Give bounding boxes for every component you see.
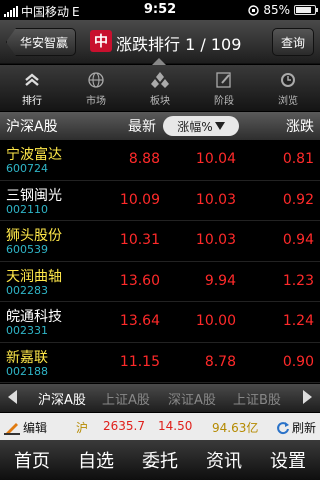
browse-icon	[278, 70, 298, 90]
refresh-icon	[277, 421, 289, 434]
index-amount: 94.63亿	[212, 421, 259, 435]
stock-name: 宁波富达	[6, 147, 62, 163]
tool-ranking[interactable]: 排行	[0, 65, 64, 111]
stock-price: 13.64	[119, 313, 160, 329]
tab-news[interactable]: 资讯	[192, 440, 256, 480]
stock-name: 天润曲轴	[6, 268, 62, 285]
edit-button[interactable]: 编辑	[4, 419, 47, 436]
tool-market[interactable]: 市场	[64, 65, 128, 111]
tab-sh-a[interactable]: 上证A股	[102, 389, 150, 408]
tool-sector[interactable]: 板块	[128, 65, 192, 111]
market-tabs: 沪深A股 上证A股 深证A股 上证B股	[0, 384, 320, 412]
tool-stage[interactable]: 阶段	[192, 65, 256, 111]
tool-ranking-label: 排行	[22, 95, 42, 107]
tool-browse[interactable]: 浏览	[256, 65, 320, 111]
prev-market-arrow-icon[interactable]	[8, 390, 17, 404]
status-bar: 中国移动 E 9:52 85%	[0, 0, 320, 20]
table-row[interactable]: 新嘉联 002188 11.15 8.78 0.90	[0, 343, 320, 383]
stock-name: 狮头股份	[6, 228, 62, 244]
stock-pct: 10.04	[195, 151, 236, 167]
tool-market-label: 市场	[86, 95, 106, 107]
table-row[interactable]: 三钢闽光 002110 10.09 10.03 0.92	[0, 181, 320, 221]
tool-sector-label: 板块	[150, 95, 170, 107]
stock-price: 13.60	[119, 272, 160, 289]
stock-pct: 9.94	[204, 272, 236, 289]
active-tool-pointer	[152, 58, 166, 65]
stock-code: 600539	[6, 243, 48, 256]
index-change: 14.50	[158, 419, 193, 433]
tab-home[interactable]: 首页	[0, 440, 64, 480]
stock-code: 002110	[6, 202, 48, 216]
tool-stage-label: 阶段	[214, 95, 234, 107]
stock-change: 1.23	[282, 272, 314, 289]
app-logo: 中	[90, 30, 112, 52]
refresh-button[interactable]: 刷新	[276, 419, 316, 436]
stage-icon	[214, 70, 234, 90]
stock-change: 0.90	[282, 353, 314, 370]
table-row[interactable]: 宁波富达 600724 8.88 10.04 0.81	[0, 140, 320, 181]
sector-icon	[150, 70, 170, 90]
stock-pct: 10.03	[195, 191, 236, 208]
stock-code: 600724	[6, 162, 48, 175]
tab-sz-a[interactable]: 深证A股	[168, 389, 216, 408]
stock-change: 1.24	[282, 313, 314, 329]
tab-settings[interactable]: 设置	[256, 440, 320, 480]
column-price[interactable]: 最新	[128, 116, 156, 136]
refresh-label: 刷新	[291, 421, 316, 435]
back-button[interactable]: 华安智赢	[6, 28, 76, 56]
page-title: 涨跌排行 1 / 109	[116, 35, 242, 54]
stock-price: 10.31	[119, 232, 160, 248]
stock-change: 0.92	[282, 191, 314, 208]
globe-icon	[86, 70, 106, 90]
battery-icon	[294, 5, 318, 15]
stock-name: 皖通科技	[6, 309, 62, 325]
toolbar: 排行 市场 板块 阶段 浏览	[0, 65, 320, 111]
stock-name: 新嘉联	[6, 349, 48, 366]
tool-browse-label: 浏览	[278, 95, 298, 107]
column-change[interactable]: 涨跌	[286, 116, 314, 136]
table-row[interactable]: 皖通科技 002331 13.64 10.00 1.24	[0, 302, 320, 343]
stock-price: 11.15	[119, 353, 160, 370]
logo-char: 中	[94, 34, 108, 50]
tab-trade[interactable]: 委托	[128, 440, 192, 480]
stock-pct: 10.03	[195, 232, 236, 248]
tab-sh-b[interactable]: 上证B股	[233, 389, 281, 408]
sort-desc-icon	[214, 122, 225, 130]
stock-list: 宁波富达 600724 8.88 10.04 0.81 三钢闽光 002110 …	[0, 140, 320, 383]
tab-hs-a[interactable]: 沪深A股	[38, 389, 86, 408]
stock-pct: 10.00	[195, 313, 236, 329]
bottom-tab-bar: 首页 自选 委托 资讯 设置	[0, 440, 320, 480]
column-market[interactable]: 沪深A股	[6, 116, 58, 136]
query-button[interactable]: 查询	[272, 28, 314, 56]
stock-code: 002283	[6, 283, 48, 297]
ranking-icon	[22, 70, 42, 90]
stock-code: 002331	[6, 324, 48, 337]
stock-change: 0.94	[282, 232, 314, 248]
index-value: 2635.7	[103, 419, 145, 433]
pencil-icon	[4, 422, 20, 435]
edit-label: 编辑	[23, 421, 48, 435]
battery-percent: 85%	[263, 3, 290, 17]
sort-column-label: 涨幅%	[177, 119, 213, 134]
sort-column-button[interactable]: 涨幅%	[163, 116, 239, 136]
table-row[interactable]: 狮头股份 600539 10.31 10.03 0.94	[0, 221, 320, 262]
stock-price: 8.88	[128, 151, 160, 167]
stock-name: 三钢闽光	[6, 187, 62, 204]
index-market: 沪	[76, 421, 89, 435]
table-row[interactable]: 天润曲轴 002283 13.60 9.94 1.23	[0, 262, 320, 302]
stock-code: 002188	[6, 364, 48, 378]
index-info-bar: 编辑 沪 2635.7 14.50 94.63亿 刷新	[0, 413, 320, 440]
next-market-arrow-icon[interactable]	[303, 390, 312, 404]
stock-pct: 8.78	[204, 353, 236, 370]
stock-change: 0.81	[282, 151, 314, 167]
table-header: 沪深A股 最新 涨幅% 涨跌	[0, 112, 320, 140]
stock-price: 10.09	[119, 191, 160, 208]
tab-watchlist[interactable]: 自选	[64, 440, 128, 480]
orientation-lock-icon	[248, 4, 260, 16]
